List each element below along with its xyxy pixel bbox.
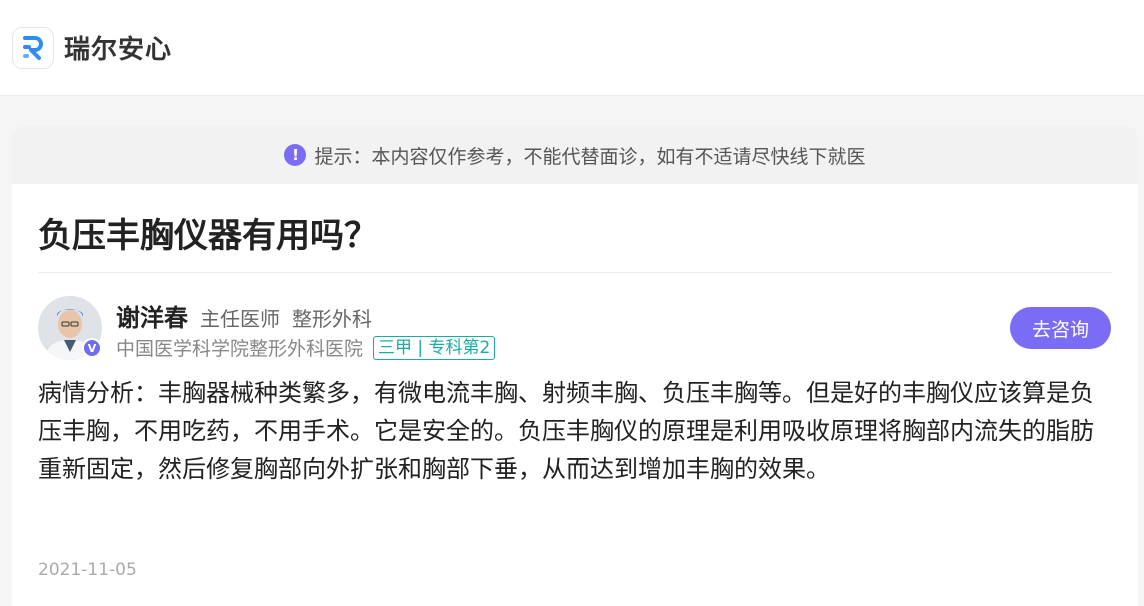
hospital-tag: 三甲 | 专科第2 bbox=[373, 335, 496, 360]
brand-name[interactable]: 瑞尔安心 bbox=[64, 29, 172, 66]
notice-text: 提示：本内容仅作参考，不能代替面诊，如有不适请尽快线下就医 bbox=[314, 145, 866, 168]
hospital-name: 中国医学科学院整形外科医院 bbox=[116, 338, 364, 360]
r-logo-icon[interactable] bbox=[12, 26, 54, 69]
consult-button[interactable]: 去咨询 bbox=[1010, 307, 1111, 349]
doctor-name[interactable]: 谢洋春 bbox=[116, 298, 188, 333]
top-bar: 瑞尔安心 bbox=[0, 0, 1144, 96]
doctor-info: 谢洋春 主任医师 整形外科 bbox=[116, 298, 372, 333]
answer-date: 2021-11-05 bbox=[38, 560, 137, 580]
answer-card: 负压丰胸仪器有用吗？ V 谢洋春 主任医师 整形外科 中国医学科学院整形外科医院… bbox=[12, 184, 1138, 606]
divider bbox=[38, 272, 1112, 273]
question-title: 负压丰胸仪器有用吗？ bbox=[38, 216, 378, 256]
doctor-hospital-row: 中国医学科学院整形外科医院 三甲 | 专科第2 bbox=[116, 334, 496, 361]
disclaimer-notice: ! 提示：本内容仅作参考，不能代替面诊，如有不适请尽快线下就医 bbox=[12, 126, 1138, 184]
answer-text: 病情分析：丰胸器械种类繁多，有微电流丰胸、射频丰胸、负压丰胸等。但是好的丰胸仪应… bbox=[38, 379, 1094, 483]
doctor-title: 主任医师 bbox=[200, 307, 280, 331]
doctor-department: 整形外科 bbox=[292, 307, 372, 331]
exclamation-icon: ! bbox=[284, 144, 307, 166]
verified-icon: V bbox=[82, 338, 102, 358]
